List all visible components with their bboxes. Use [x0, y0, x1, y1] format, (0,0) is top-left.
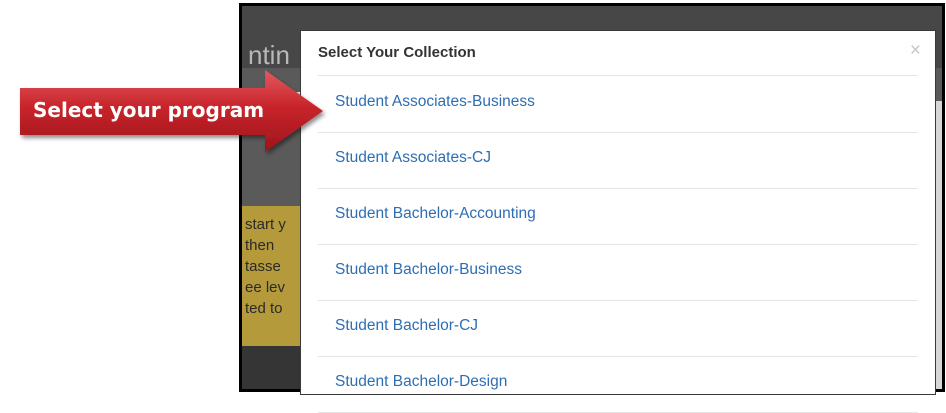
modal-divider — [318, 75, 918, 76]
background-notice-line: start y — [245, 216, 286, 233]
collection-modal: Select Your Collection × Student Associa… — [301, 31, 935, 413]
list-item: Student Bachelor-CJ — [318, 301, 918, 357]
list-item: Student Associates-CJ — [318, 133, 918, 189]
list-item: Student Bachelor-Business — [318, 245, 918, 301]
list-item: Student Associates-Business — [318, 77, 918, 133]
callout-annotation: Select your program — [0, 0, 340, 160]
collection-link-bachelor-business[interactable]: Student Bachelor-Business — [335, 261, 522, 279]
list-item: Student Bachelor-Accounting — [318, 189, 918, 245]
background-notice-line: tasse — [245, 258, 281, 275]
background-notice-line: then — [245, 237, 275, 254]
background-notice-line: ted to — [245, 300, 283, 317]
collection-link-bachelor-cj[interactable]: Student Bachelor-CJ — [335, 317, 478, 335]
collection-link-bachelor-accounting[interactable]: Student Bachelor-Accounting — [335, 205, 536, 223]
close-icon[interactable]: × — [910, 41, 921, 60]
collection-link-bachelor-design[interactable]: Student Bachelor-Design — [335, 373, 507, 391]
callout-text: Select your program — [33, 98, 265, 122]
background-notice-text: start y then tasse ee lev ted to — [245, 214, 301, 319]
list-item: Student Bachelor-Design — [318, 357, 918, 413]
modal-title: Select Your Collection — [318, 44, 476, 61]
background-notice-line: ee lev — [245, 279, 286, 296]
collection-link-associates-cj[interactable]: Student Associates-CJ — [335, 149, 491, 167]
collection-link-associates-business[interactable]: Student Associates-Business — [335, 93, 535, 111]
arrow-icon — [20, 70, 323, 152]
background-dark-block — [242, 346, 302, 389]
collection-list: Student Associates-Business Student Asso… — [318, 77, 918, 413]
